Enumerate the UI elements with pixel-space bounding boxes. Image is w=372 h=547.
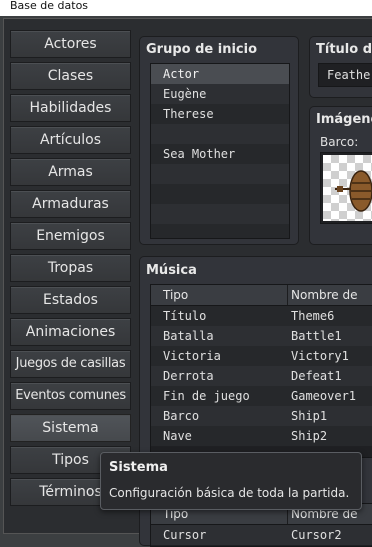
table-row[interactable]: Batalla Battle1 bbox=[151, 326, 372, 346]
party-member-row[interactable]: Eugène bbox=[151, 84, 289, 104]
nav-classes[interactable]: Clases bbox=[10, 62, 131, 90]
music-type-cell: Título bbox=[163, 309, 207, 323]
game-title-input[interactable]: Feather bbox=[318, 63, 372, 87]
nav-weapons[interactable]: Armas bbox=[10, 158, 131, 186]
nav-troops[interactable]: Tropas bbox=[10, 254, 131, 282]
party-member-row[interactable] bbox=[151, 204, 289, 224]
images-panel: Imágene Barco: bbox=[309, 106, 372, 245]
nav-states[interactable]: Estados bbox=[10, 286, 131, 314]
music-col-name[interactable]: Nombre de bbox=[291, 285, 358, 305]
table-row[interactable]: Cursor Cursor2 bbox=[151, 525, 372, 545]
nav-common-events[interactable]: Eventos comunes bbox=[10, 382, 131, 410]
party-member-row[interactable] bbox=[151, 224, 289, 238]
nav-actors[interactable]: Actores bbox=[10, 30, 131, 58]
sound-name-cell: Cursor2 bbox=[291, 528, 342, 542]
system-tooltip: Sistema Configuración básica de toda la … bbox=[100, 452, 362, 510]
tooltip-title: Sistema bbox=[109, 460, 168, 475]
starting-party-title: Grupo de inicio bbox=[146, 42, 258, 57]
music-type-cell: Barco bbox=[163, 409, 200, 423]
music-name-cell: Victory1 bbox=[291, 349, 349, 363]
boat-sprite-icon bbox=[335, 170, 372, 212]
window-title: Base de datos bbox=[10, 0, 89, 12]
party-member-row[interactable]: Therese bbox=[151, 104, 289, 124]
party-member-row[interactable]: Sea Mother bbox=[151, 144, 289, 164]
table-row[interactable]: Barco Ship1 bbox=[151, 406, 372, 426]
music-type-cell: Nave bbox=[163, 429, 192, 443]
table-row[interactable]: Derrota Defeat1 bbox=[151, 366, 372, 386]
music-name-cell: Ship2 bbox=[291, 429, 328, 443]
music-col-type[interactable]: Tipo bbox=[163, 285, 188, 305]
boat-label: Barco: bbox=[320, 135, 359, 149]
nav-skills[interactable]: Habilidades bbox=[10, 94, 131, 122]
music-heading: Música bbox=[146, 263, 197, 278]
nav-enemies[interactable]: Enemigos bbox=[10, 222, 131, 250]
music-name-cell: Ship1 bbox=[291, 409, 328, 423]
table-row[interactable]: Título Theme6 bbox=[151, 306, 372, 326]
music-name-cell: Theme6 bbox=[291, 309, 335, 323]
nav-tilesets[interactable]: Juegos de casillas bbox=[10, 350, 131, 378]
starting-party-list[interactable]: Actor Eugène Therese Sea Mother bbox=[150, 63, 290, 239]
sound-type-cell: Cursor bbox=[163, 528, 207, 542]
party-member-row[interactable]: Actor bbox=[151, 64, 289, 84]
music-name-cell: Gameover1 bbox=[291, 389, 357, 403]
party-member-row[interactable] bbox=[151, 184, 289, 204]
boat-image-picker[interactable] bbox=[320, 152, 372, 224]
table-row[interactable]: Fin de juego Gameover1 bbox=[151, 386, 372, 406]
table-row[interactable]: Victoria Victory1 bbox=[151, 346, 372, 366]
music-name-cell: Defeat1 bbox=[291, 369, 342, 383]
table-row[interactable]: Nave Ship2 bbox=[151, 426, 372, 446]
music-type-cell: Victoria bbox=[163, 349, 221, 363]
nav-armors[interactable]: Armaduras bbox=[10, 190, 131, 218]
nav-animations[interactable]: Animaciones bbox=[10, 318, 131, 346]
nav-system[interactable]: Sistema bbox=[10, 414, 131, 442]
music-table[interactable]: Tipo Nombre de Título Theme6 Batalla Battl… bbox=[150, 284, 372, 458]
music-name-cell: Battle1 bbox=[291, 329, 342, 343]
music-type-cell: Fin de juego bbox=[163, 389, 250, 403]
starting-party-panel: Grupo de inicio Actor Eugène Therese Sea… bbox=[139, 36, 299, 245]
nav-items[interactable]: Artículos bbox=[10, 126, 131, 154]
images-heading: Imágene bbox=[316, 112, 372, 127]
party-member-row[interactable] bbox=[151, 164, 289, 184]
tooltip-body: Configuración básica de toda la partida. bbox=[109, 486, 350, 500]
music-table-header: Tipo Nombre de bbox=[151, 285, 372, 306]
window-titlebar: Base de datos bbox=[0, 0, 372, 16]
music-rows: Título Theme6 Batalla Battle1 Victoria Vict… bbox=[151, 306, 372, 446]
music-type-cell: Derrota bbox=[163, 369, 214, 383]
game-title-panel: Título d Feather bbox=[309, 36, 372, 98]
party-member-row[interactable] bbox=[151, 124, 289, 144]
music-type-cell: Batalla bbox=[163, 329, 214, 343]
game-title-heading: Título d bbox=[316, 42, 372, 57]
column-divider bbox=[287, 285, 288, 305]
